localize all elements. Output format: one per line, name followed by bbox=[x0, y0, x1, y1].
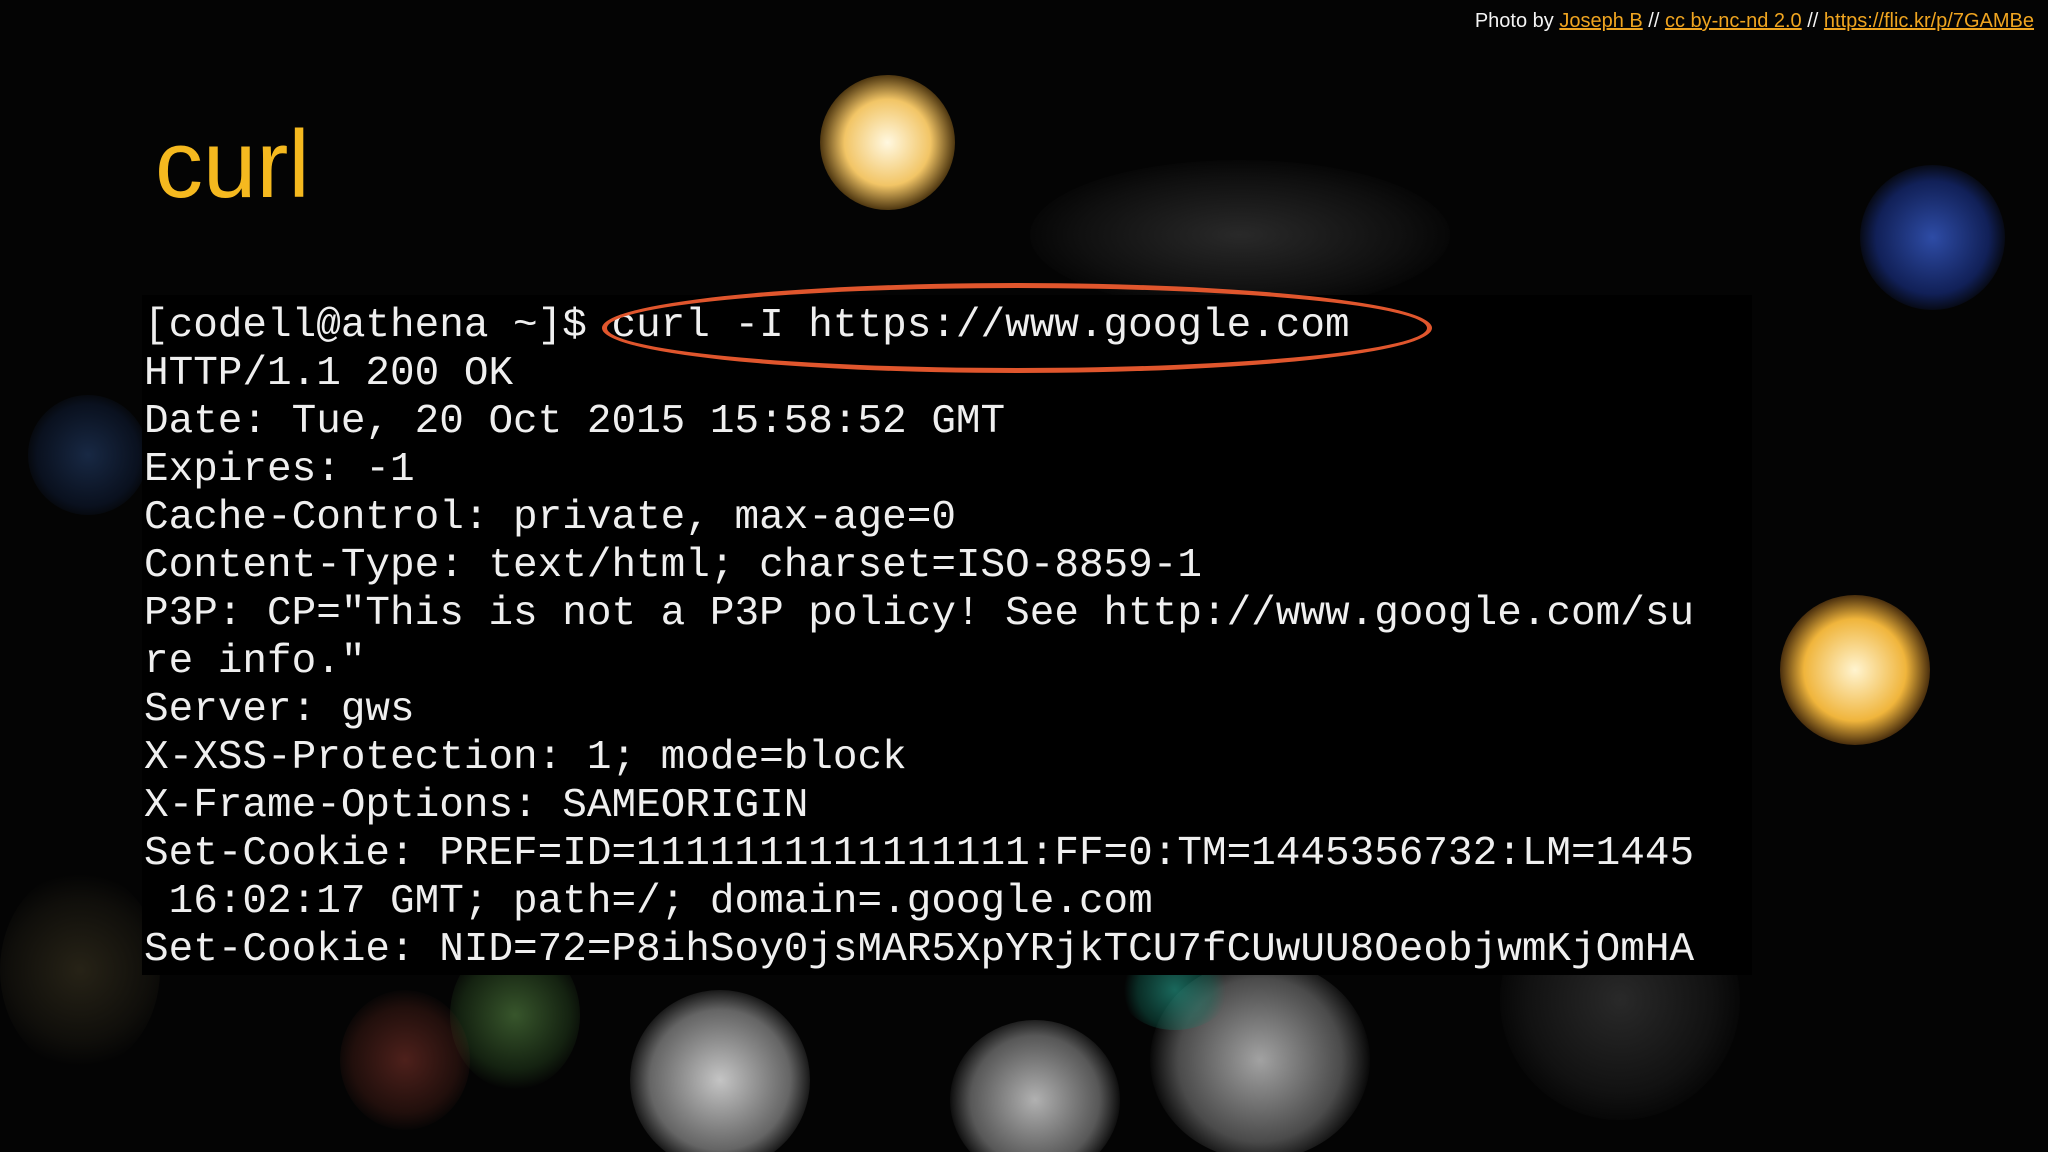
bokeh-light-blue-right bbox=[1860, 165, 2005, 310]
bokeh-light-red-bottom bbox=[340, 990, 470, 1130]
credit-url-link[interactable]: https://flic.kr/p/7GAMBe bbox=[1824, 10, 2034, 32]
terminal-line-status: HTTP/1.1 200 OK bbox=[144, 351, 514, 397]
bokeh-light-blue-left bbox=[28, 395, 148, 515]
terminal-line-set-cookie-pref-wrap: 16:02:17 GMT; path=/; domain=.google.com bbox=[144, 879, 1153, 925]
terminal-line-server: Server: gws bbox=[144, 687, 415, 733]
credit-prefix: Photo by bbox=[1474, 10, 1560, 32]
terminal-line-frame-options: X-Frame-Options: SAMEORIGIN bbox=[144, 783, 809, 829]
photo-credit: Photo by Joseph B // cc by-nc-nd 2.0 // … bbox=[1475, 10, 2034, 33]
terminal-line-xss-protection: X-XSS-Protection: 1; mode=block bbox=[144, 735, 907, 781]
terminal-line-p3p-wrap: re info." bbox=[144, 639, 366, 685]
credit-license-link[interactable]: cc by-nc-nd 2.0 bbox=[1665, 10, 1802, 32]
terminal-line-set-cookie-nid: Set-Cookie: NID=72=P8ihSoy0jsMAR5XpYRjkT… bbox=[144, 927, 1695, 973]
terminal-line-set-cookie-pref: Set-Cookie: PREF=ID=1111111111111111:FF=… bbox=[144, 831, 1695, 877]
bokeh-light-white-bottom-1 bbox=[630, 990, 810, 1152]
terminal-line-content-type: Content-Type: text/html; charset=ISO-885… bbox=[144, 543, 1202, 589]
credit-separator-1: // bbox=[1642, 10, 1665, 32]
terminal-line-date: Date: Tue, 20 Oct 2015 15:58:52 GMT bbox=[144, 399, 1006, 445]
command-highlight-oval bbox=[602, 283, 1432, 373]
terminal-line-expires: Expires: -1 bbox=[144, 447, 415, 493]
bokeh-light-amber-top bbox=[820, 75, 955, 210]
bokeh-light-amber-right bbox=[1780, 595, 1930, 745]
terminal-line-p3p: P3P: CP="This is not a P3P policy! See h… bbox=[144, 591, 1695, 637]
credit-author-link[interactable]: Joseph B bbox=[1559, 10, 1642, 32]
bokeh-light-white-bottom-2 bbox=[950, 1020, 1120, 1152]
slide-title: curl bbox=[155, 111, 310, 218]
credit-separator-2: // bbox=[1801, 10, 1824, 32]
slide: [codell@athena ~]$ curl -I https://www.g… bbox=[0, 0, 2048, 1152]
terminal-line-cache-control: Cache-Control: private, max-age=0 bbox=[144, 495, 956, 541]
bokeh-light-olive-bottom-left bbox=[0, 870, 160, 1070]
